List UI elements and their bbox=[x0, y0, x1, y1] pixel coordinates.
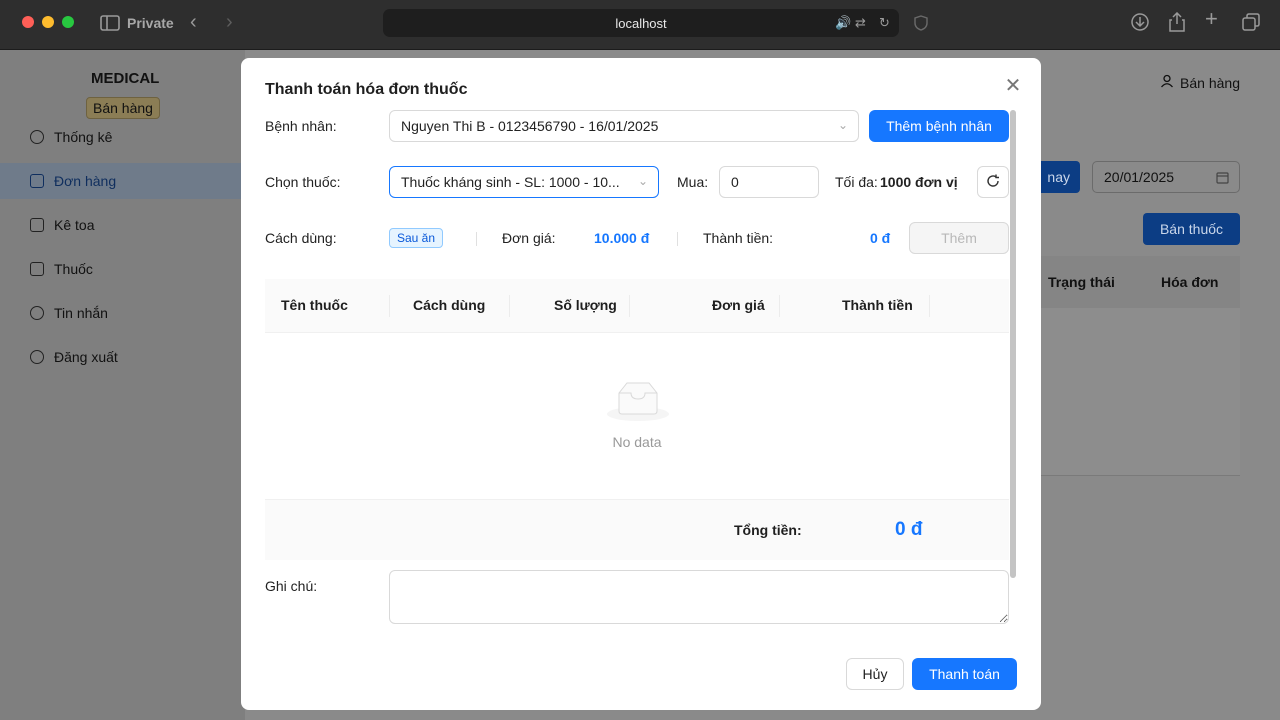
orders-table-body bbox=[1041, 308, 1240, 476]
buy-label: Mua: bbox=[677, 174, 709, 190]
add-item-button[interactable]: Thêm bbox=[909, 222, 1009, 254]
modal-title: Thanh toán hóa đơn thuốc bbox=[265, 81, 468, 98]
scrollbar-thumb[interactable] bbox=[1010, 110, 1016, 578]
total-value: 0 đ bbox=[895, 519, 923, 540]
dashboard-icon bbox=[30, 130, 44, 144]
sidebar-item-label: Thống kê bbox=[54, 129, 113, 145]
reset-button[interactable] bbox=[977, 166, 1009, 198]
column-subtotal: Thành tiền bbox=[842, 297, 913, 313]
items-table-body: No data bbox=[265, 334, 1009, 500]
chevron-down-icon: ⌄ bbox=[837, 118, 848, 132]
close-icon[interactable]: ✕ bbox=[1003, 76, 1023, 96]
chevron-down-icon: ⌄ bbox=[633, 174, 648, 188]
address-bar[interactable]: localhost 🔊 ⇄ ↻ bbox=[383, 9, 899, 37]
divider bbox=[476, 232, 477, 246]
sidebar-item-thong-ke[interactable]: Thống kê bbox=[0, 119, 245, 155]
empty-text: No data bbox=[612, 434, 662, 450]
minimize-window-button[interactable] bbox=[42, 16, 54, 28]
date-filter[interactable]: 20/01/2025 bbox=[1092, 161, 1240, 193]
add-patient-button[interactable]: Thêm bệnh nhân bbox=[869, 110, 1009, 142]
reload-icon bbox=[986, 174, 1000, 191]
translate-icon[interactable]: ⇄ bbox=[855, 15, 866, 31]
maximize-window-button[interactable] bbox=[62, 16, 74, 28]
message-icon bbox=[30, 306, 44, 320]
user-icon bbox=[1160, 74, 1174, 91]
forward-icon[interactable]: › bbox=[226, 12, 233, 32]
speaker-icon[interactable]: 🔊 bbox=[835, 15, 851, 31]
patient-label: Bệnh nhân: bbox=[265, 118, 337, 134]
items-table-header: Tên thuốc Cách dùng Số lượng Đơn giá Thà… bbox=[265, 279, 1009, 333]
sidebar-item-label: Thuốc bbox=[54, 261, 93, 277]
sidebar-item-label: Tin nhắn bbox=[54, 305, 108, 321]
sidebar-item-tin-nhan[interactable]: Tin nhắn bbox=[0, 295, 245, 331]
medicine-select[interactable]: Thuốc kháng sinh - SL: 1000 - 10... ⌄ bbox=[389, 166, 659, 198]
sidebar-item-dang-xuat[interactable]: Đăng xuất bbox=[0, 339, 245, 375]
new-tab-icon[interactable]: + bbox=[1205, 8, 1218, 30]
close-window-button[interactable] bbox=[22, 16, 34, 28]
medicine-label: Chọn thuốc: bbox=[265, 174, 341, 190]
patient-select[interactable]: Nguyen Thi B - 0123456790 - 16/01/2025 ⌄ bbox=[389, 110, 859, 142]
user-menu[interactable]: Bán hàng bbox=[1160, 74, 1240, 91]
calendar-icon bbox=[1216, 171, 1229, 187]
subtotal-value: 0 đ bbox=[870, 230, 891, 246]
sidebar-item-ke-toa[interactable]: Kê toa bbox=[0, 207, 245, 243]
column-usage: Cách dùng bbox=[413, 297, 486, 313]
logout-icon bbox=[30, 350, 44, 364]
sidebar-item-don-hang[interactable]: Đơn hàng bbox=[0, 163, 245, 199]
column-divider bbox=[509, 295, 510, 317]
sidebar-item-label: Kê toa bbox=[54, 217, 95, 233]
cancel-button[interactable]: Hủy bbox=[846, 658, 904, 690]
note-textarea[interactable] bbox=[389, 570, 1009, 624]
max-label: Tối đa: bbox=[835, 174, 878, 190]
sidebar-item-thuoc[interactable]: Thuốc bbox=[0, 251, 245, 287]
usage-label: Cách dùng: bbox=[265, 230, 337, 246]
column-invoice: Hóa đơn bbox=[1161, 274, 1219, 290]
download-icon[interactable] bbox=[1131, 13, 1149, 35]
quantity-input[interactable] bbox=[719, 166, 819, 198]
pay-button[interactable]: Thanh toán bbox=[912, 658, 1017, 690]
column-divider bbox=[629, 295, 630, 317]
url-text: localhost bbox=[615, 16, 667, 31]
sidebar-item-label: Đơn hàng bbox=[54, 173, 117, 189]
total-label: Tổng tiền: bbox=[734, 522, 802, 538]
divider bbox=[677, 232, 678, 246]
column-divider bbox=[779, 295, 780, 317]
bag-icon bbox=[30, 218, 44, 232]
unit-price-value: 10.000 đ bbox=[594, 230, 650, 246]
note-label: Ghi chú: bbox=[265, 578, 318, 594]
table-summary: Tổng tiền: 0 đ bbox=[265, 500, 1009, 560]
sidebar-item-label: Đăng xuất bbox=[54, 349, 118, 365]
usage-tag: Sau ăn bbox=[389, 228, 444, 248]
browser-toolbar: Private ‹ › localhost 🔊 ⇄ ↻ + bbox=[0, 0, 1280, 50]
column-divider bbox=[389, 295, 390, 317]
back-icon[interactable]: ‹ bbox=[190, 12, 197, 32]
column-status: Trạng thái bbox=[1048, 274, 1115, 290]
max-value: 1000 đơn vị bbox=[880, 174, 958, 190]
payment-modal: Thanh toán hóa đơn thuốc ✕ Bệnh nhân: Ng… bbox=[241, 58, 1041, 710]
empty-inbox-icon bbox=[607, 379, 669, 423]
sidebar-toggle-icon[interactable] bbox=[100, 15, 120, 35]
shield-icon[interactable] bbox=[914, 15, 928, 35]
private-mode-label: Private bbox=[127, 15, 174, 31]
share-icon[interactable] bbox=[1168, 11, 1186, 36]
reload-icon[interactable]: ↻ bbox=[879, 15, 890, 31]
column-unit-price: Đơn giá bbox=[712, 297, 765, 313]
role-badge: Bán hàng bbox=[86, 97, 160, 119]
column-quantity: Số lượng bbox=[554, 297, 617, 313]
orders-table-header: Trạng thái Hóa đơn bbox=[1041, 256, 1240, 308]
cart-icon bbox=[30, 174, 44, 188]
sell-medicine-button[interactable]: Bán thuốc bbox=[1143, 213, 1240, 245]
column-divider bbox=[929, 295, 930, 317]
tabs-overview-icon[interactable] bbox=[1242, 13, 1260, 35]
unit-price-label: Đơn giá: bbox=[502, 230, 556, 246]
user-label: Bán hàng bbox=[1180, 74, 1240, 91]
brand-name: MEDICAL bbox=[91, 70, 160, 87]
medicine-select-value: Thuốc kháng sinh - SL: 1000 - 10... bbox=[401, 174, 620, 190]
sidebar: MEDICAL Bán hàng Thống kê Đơn hàng Kê to… bbox=[0, 50, 245, 720]
medicine-box-icon bbox=[30, 262, 44, 276]
date-filter-value: 20/01/2025 bbox=[1104, 169, 1175, 185]
subtotal-label: Thành tiền: bbox=[703, 230, 774, 246]
patient-select-value: Nguyen Thi B - 0123456790 - 16/01/2025 bbox=[401, 118, 659, 134]
column-medicine-name: Tên thuốc bbox=[281, 297, 348, 313]
